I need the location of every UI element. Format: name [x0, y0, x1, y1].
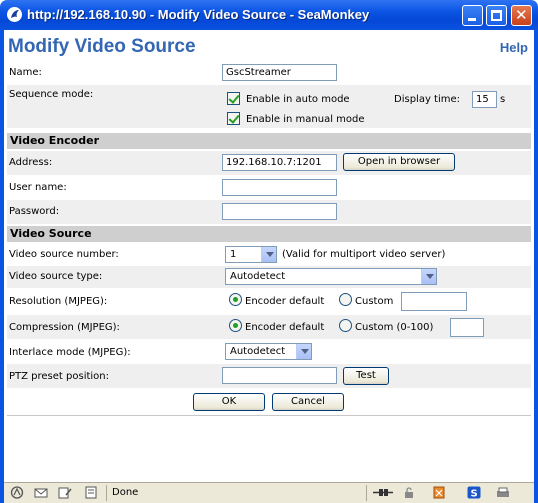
status-separator: [366, 485, 367, 501]
password-row: Password:: [7, 200, 531, 224]
interlace-label: Interlace mode (MJPEG):: [9, 347, 131, 358]
window-title: http://192.168.10.90 - Modify Video Sour…: [27, 7, 370, 22]
auto-mode-label: Enable in auto mode: [246, 94, 350, 105]
page-content: Modify Video Source Help Name: GscStream…: [4, 30, 534, 482]
s-icon[interactable]: S: [467, 486, 481, 499]
display-time-input[interactable]: 15: [472, 91, 497, 108]
lock-icon: [405, 487, 413, 498]
name-label: Name:: [9, 67, 42, 78]
sequence-label: Sequence mode:: [9, 89, 94, 100]
source-number-note: (Valid for multiport video server): [282, 249, 446, 260]
maximize-icon: [491, 10, 502, 21]
source-number-row: Video source number: 1 (Valid for multip…: [7, 244, 531, 266]
online-status-icon[interactable]: [372, 486, 394, 499]
svg-text:S: S: [471, 489, 478, 500]
help-link[interactable]: Help: [500, 40, 528, 55]
video-encoder-heading: Video Encoder: [7, 133, 531, 149]
display-time-label: Display time:: [394, 94, 461, 105]
page-title: Modify Video Source: [8, 36, 196, 57]
source-number-label: Video source number:: [9, 249, 119, 260]
minimize-icon: [468, 18, 476, 21]
window-frame-right: [534, 30, 538, 503]
compression-default-radio[interactable]: [229, 319, 242, 332]
interlace-row: Interlace mode (MJPEG): Autodetect: [7, 341, 531, 363]
username-row: User name:: [7, 176, 531, 199]
ok-button[interactable]: OK: [193, 393, 265, 411]
ptz-label: PTZ preset position:: [9, 371, 109, 382]
test-button[interactable]: Test: [343, 367, 389, 385]
resolution-custom-input[interactable]: [401, 292, 467, 311]
address-label: Address:: [9, 157, 53, 168]
source-type-value: Autodetect: [230, 271, 286, 282]
resolution-default-radio[interactable]: [229, 293, 242, 306]
source-number-select[interactable]: 1: [225, 246, 277, 263]
address-input[interactable]: 192.168.10.7:1201: [222, 154, 337, 171]
close-icon: ✕: [515, 6, 528, 24]
address-book-icon[interactable]: [84, 486, 98, 499]
compression-custom-radio[interactable]: [339, 319, 352, 332]
mail-icon[interactable]: [34, 486, 48, 499]
manual-mode-checkbox[interactable]: [227, 112, 240, 125]
resolution-custom-radio[interactable]: [339, 293, 352, 306]
status-separator: [106, 485, 107, 501]
compression-custom-label: Custom (0-100): [355, 322, 434, 333]
divider: [7, 415, 531, 416]
status-text: Done: [112, 487, 139, 498]
username-label: User name:: [9, 182, 67, 193]
open-in-browser-button[interactable]: Open in browser: [343, 153, 455, 171]
source-type-select[interactable]: Autodetect: [225, 268, 437, 285]
chevron-down-icon: [296, 344, 311, 359]
username-input[interactable]: [222, 179, 337, 196]
status-bar: Done S: [4, 482, 534, 503]
sequence-row: Sequence mode: Enable in auto mode Displ…: [7, 85, 531, 128]
password-label: Password:: [9, 206, 60, 217]
source-type-label: Video source type:: [9, 271, 103, 282]
auto-mode-checkbox[interactable]: [227, 92, 240, 105]
source-number-value: 1: [230, 249, 237, 260]
minimize-button[interactable]: [462, 5, 483, 26]
name-row: Name: GscStreamer: [7, 63, 531, 83]
manual-mode-label: Enable in manual mode: [246, 114, 365, 125]
compression-default-label: Encoder default: [245, 322, 325, 333]
interlace-value: Autodetect: [230, 346, 286, 357]
close-button[interactable]: ✕: [511, 5, 532, 26]
popup-blocker-icon[interactable]: [432, 486, 446, 499]
maximize-button[interactable]: [486, 5, 507, 26]
cancel-button[interactable]: Cancel: [272, 393, 344, 411]
password-input[interactable]: [222, 203, 337, 220]
resolution-custom-label: Custom: [355, 296, 394, 307]
resolution-label: Resolution (MJPEG):: [9, 296, 108, 307]
chevron-down-icon: [421, 269, 436, 284]
title-bar: http://192.168.10.90 - Modify Video Sour…: [0, 0, 538, 30]
printer-icon[interactable]: [496, 486, 510, 499]
chevron-down-icon: [261, 247, 276, 262]
video-source-heading: Video Source: [7, 226, 531, 242]
resolution-row: Resolution (MJPEG): Encoder default Cust…: [7, 289, 531, 313]
resolution-default-label: Encoder default: [245, 296, 325, 307]
interlace-select[interactable]: Autodetect: [225, 343, 312, 360]
composer-icon[interactable]: [58, 486, 72, 499]
source-type-row: Video source type: Autodetect: [7, 266, 531, 288]
compression-custom-input[interactable]: [450, 318, 484, 337]
ptz-input[interactable]: [222, 367, 337, 384]
ptz-row: PTZ preset position: Test: [7, 364, 531, 388]
compression-row: Compression (MJPEG): Encoder default Cus…: [7, 315, 531, 339]
name-input[interactable]: GscStreamer: [222, 64, 337, 81]
address-row: Address: 192.168.10.7:1201 Open in brows…: [7, 151, 531, 175]
seamonkey-icon: [7, 7, 22, 22]
display-time-unit: s: [500, 94, 506, 105]
compression-label: Compression (MJPEG):: [9, 322, 120, 333]
navigator-icon[interactable]: [10, 486, 24, 499]
